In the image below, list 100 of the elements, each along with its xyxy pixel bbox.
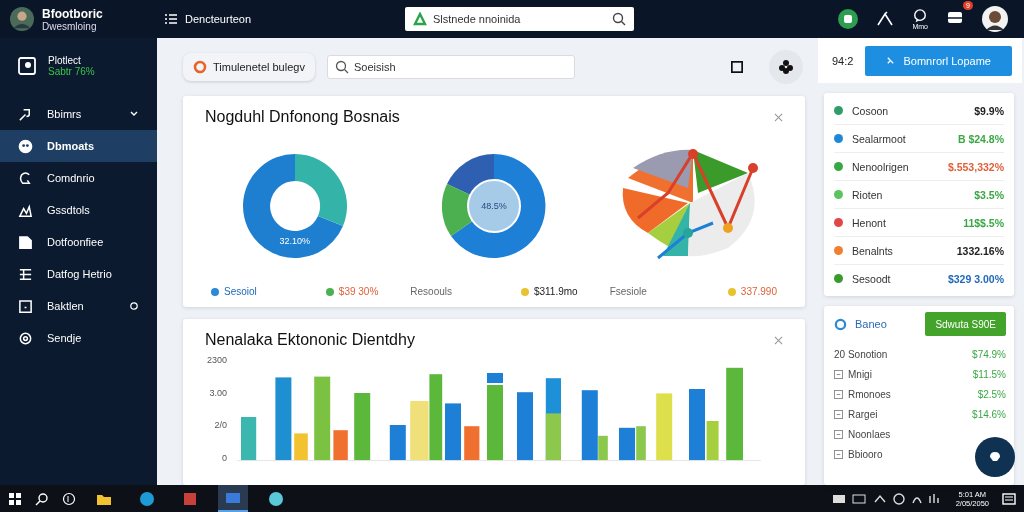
card-title: Baneo — [855, 318, 888, 330]
avatar-icon — [10, 7, 34, 31]
sidebar-item[interactable]: Dbmoats — [0, 130, 157, 162]
legend-label: $311.9mo — [533, 286, 578, 297]
notification-center-icon[interactable] — [1002, 491, 1016, 506]
ring-icon — [834, 317, 847, 331]
bar — [487, 373, 503, 383]
goal-label: Rmonoes — [848, 388, 891, 400]
page-title: Dencteurteon — [185, 13, 253, 25]
ring-icon — [193, 60, 207, 74]
sidebar-item[interactable]: Sendje — [0, 322, 157, 354]
goal-value: $74.9% — [972, 348, 1006, 360]
pie-center — [467, 179, 521, 233]
goal-label: Noonlaes — [848, 428, 891, 440]
task-view-icon[interactable] — [62, 491, 76, 506]
filter-dropdown[interactable]: Timulenetel bulegv — [183, 53, 315, 81]
goal-value: $2.5% — [977, 388, 1006, 400]
stat-label: Cosoon — [852, 104, 890, 117]
app-icon — [268, 490, 284, 507]
checkbox-icon[interactable] — [834, 449, 843, 459]
sidebar-item[interactable]: Comdnrio — [0, 162, 157, 194]
store-icon — [182, 490, 198, 507]
sidebar-item[interactable]: Gssdtols — [0, 194, 157, 226]
filter-label: Timulenetel bulegv — [213, 61, 305, 73]
bar — [656, 393, 673, 461]
axis-label: 2300 — [205, 355, 227, 365]
checkbox-icon[interactable] — [834, 369, 843, 379]
ring-icon — [129, 301, 139, 311]
axis-label: 2/0 — [213, 420, 227, 431]
spiral-icon — [18, 170, 33, 186]
profile-icon — [18, 57, 36, 75]
legend-label: Fsesiole — [609, 286, 647, 297]
data-point — [683, 228, 694, 238]
legend-label: 337.990 — [740, 286, 777, 297]
search-icon[interactable] — [35, 491, 49, 506]
app-badge-icon[interactable] — [838, 9, 859, 29]
stat-value: $329 3.00% — [947, 272, 1004, 285]
settings-button[interactable] — [769, 50, 803, 84]
stat-label: Benalnts — [852, 244, 894, 257]
stat-value: $9.9% — [974, 104, 1004, 117]
goal-label: Rargei — [848, 408, 878, 420]
clover-icon — [778, 59, 794, 75]
axis-label: 3.00 — [208, 387, 227, 398]
user-avatar-icon[interactable] — [982, 6, 1008, 32]
stat-value: 1332.16% — [956, 244, 1004, 257]
search-field[interactable]: Soeisish — [326, 55, 575, 79]
checkbox-icon[interactable] — [834, 429, 843, 439]
stat-label: Rioten — [852, 188, 884, 201]
stat-label: Sealarmoot — [852, 132, 907, 145]
data-point — [723, 223, 734, 233]
chart-value-label: 32.10% — [278, 236, 311, 246]
sidebar-item[interactable]: Datfog Hetrio — [0, 258, 157, 290]
legend-label: Resoouls — [410, 286, 453, 297]
card-title: Nogduhl Dnfonong Bosnais — [205, 108, 400, 126]
bar — [241, 417, 257, 461]
stat-value: 11$$.5% — [963, 216, 1004, 229]
stat-value: $.553,332% — [947, 160, 1004, 173]
card-title: Nenalaka Ektononic Dientdhy — [205, 331, 415, 349]
bar — [389, 425, 406, 461]
mountain-icon — [18, 202, 33, 218]
data-point — [688, 149, 699, 159]
globe-icon — [139, 490, 155, 507]
stat-value: $3.5% — [974, 188, 1004, 201]
square-icon[interactable] — [731, 61, 743, 73]
sidebar-item[interactable]: Bbimrs — [0, 98, 157, 130]
close-icon[interactable] — [774, 335, 783, 345]
legend-label: Sesoiol — [224, 286, 257, 297]
chart-value-label: 48.5% — [480, 201, 508, 211]
stat-label: Nenoolrigen — [852, 160, 910, 173]
menu-icon[interactable] — [165, 14, 177, 24]
profile-name: Plotlect — [48, 55, 82, 66]
bar — [464, 426, 480, 461]
search-icon[interactable] — [612, 12, 626, 26]
bar — [445, 403, 461, 461]
sidebar-item[interactable]: Dotfoonfiee — [0, 226, 157, 258]
app-subtitle: Dwesmloing — [42, 20, 98, 32]
goal-value: $14.6% — [972, 408, 1006, 420]
bar — [354, 393, 371, 461]
axis-label: 0 — [221, 452, 227, 463]
counter-text: 94:2 — [832, 54, 854, 67]
goal-label: 20 Sonotion — [834, 348, 888, 360]
document-icon — [18, 234, 33, 250]
goal-label: Mnigi — [848, 368, 872, 380]
goal-label: Bbiooro — [848, 448, 883, 460]
search-icon — [334, 60, 349, 74]
search-field[interactable]: Slstnede nnoinida — [405, 7, 634, 31]
checkbox-icon[interactable] — [834, 409, 843, 419]
stat-label: Henont — [852, 216, 887, 229]
data-point — [748, 163, 759, 173]
legend-label: $39 30% — [338, 286, 379, 297]
profile-status: Sabtr 76% — [48, 66, 95, 77]
bar — [517, 392, 533, 461]
start-icon[interactable] — [8, 491, 22, 506]
close-icon[interactable] — [774, 112, 783, 122]
target-icon — [18, 330, 33, 346]
triangle-icon — [413, 12, 427, 26]
stat-value: B $24.8% — [957, 132, 1004, 145]
sidebar-item[interactable]: Baktlen — [0, 290, 157, 322]
list-icon — [18, 266, 33, 282]
checkbox-icon[interactable] — [834, 389, 843, 399]
